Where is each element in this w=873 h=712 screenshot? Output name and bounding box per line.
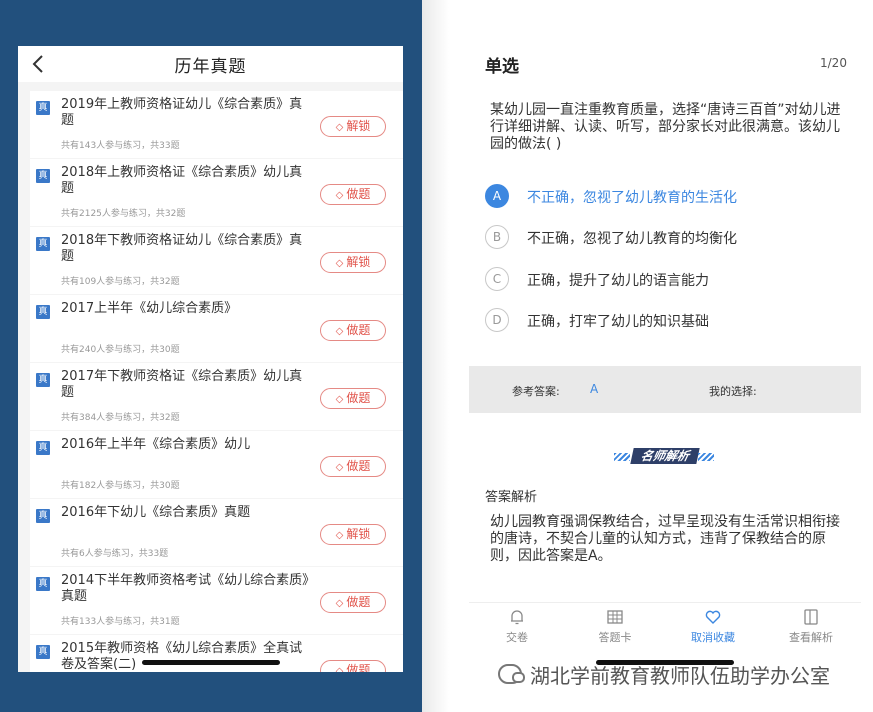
question-progress: 1/20 <box>820 56 847 70</box>
bell-icon <box>511 610 523 625</box>
real-exam-badge: 真 <box>36 101 50 115</box>
option-letter: D <box>485 308 509 332</box>
option-c[interactable]: C 正确，提升了幼儿的语言能力 <box>485 267 855 291</box>
book-icon <box>804 609 818 625</box>
practice-button[interactable]: ◇ 做题 <box>320 184 386 205</box>
item-meta: 共有109人参与练习，共32题 <box>61 277 180 287</box>
page-title: 历年真题 <box>174 57 247 77</box>
item-title: 2017年下教师资格证《综合素质》幼儿真题 <box>61 369 303 400</box>
left-header: 历年真题 <box>18 46 403 82</box>
watermark-text: 湖北学前教育教师队伍助学办公室 <box>530 664 830 688</box>
diamond-icon: ◇ <box>335 666 344 672</box>
toolbar-label: 答题卡 <box>598 631 632 644</box>
item-meta: 共有133人参与练习，共31题 <box>61 617 180 627</box>
reference-answer-value: A <box>590 382 599 396</box>
practice-button[interactable]: ◇ 做题 <box>320 388 386 409</box>
real-exam-badge: 真 <box>36 577 50 591</box>
real-exam-badge: 真 <box>36 237 50 251</box>
submit-button[interactable]: 交卷 <box>477 608 557 645</box>
item-title: 2014下半年教师资格考试《幼儿综合素质》真题 <box>61 573 309 604</box>
list-item[interactable]: 真 2016年上半年《综合素质》幼儿 共有182人参与练习，共30题 ◇ 做题 <box>30 431 403 498</box>
unlock-button[interactable]: ◇ 解锁 <box>320 252 386 273</box>
diamond-icon: ◇ <box>335 598 344 609</box>
list-item[interactable]: 真 2017年下教师资格证《综合素质》幼儿真题 共有384人参与练习，共32题 … <box>30 363 403 430</box>
teacher-analysis-label: 名师解析 <box>630 448 700 464</box>
option-letter: A <box>485 184 509 208</box>
banner-stripes <box>614 453 630 461</box>
home-indicator <box>142 660 280 665</box>
view-analysis-button[interactable]: 查看解析 <box>771 608 851 645</box>
practice-button[interactable]: ◇ 做题 <box>320 592 386 613</box>
question-type: 单选 <box>485 57 519 77</box>
practice-button[interactable]: ◇ 做题 <box>320 456 386 477</box>
list-item[interactable]: 真 2015年教师资格《幼儿综合素质》全真试卷及答案(二) ◇ 做题 <box>30 635 403 672</box>
answer-bar: 参考答案: A 我的选择: <box>469 366 861 413</box>
diamond-icon: ◇ <box>335 190 344 201</box>
question-text: 某幼儿园一直注重教育质量，选择“唐诗三百首”对幼儿进行详细讲解、认读、听写，部分… <box>490 102 841 152</box>
option-text: 正确，打牢了幼儿的知识基础 <box>527 314 709 330</box>
list-item[interactable]: 真 2018年上教师资格证《综合素质》幼儿真题 共有2125人参与练习，共32题… <box>30 159 403 226</box>
item-title: 2016年下幼儿《综合素质》真题 <box>61 505 251 520</box>
item-title: 2018年上教师资格证《综合素质》幼儿真题 <box>61 165 303 196</box>
left-screen: 历年真题 真 2019年上教师资格证幼儿《综合素质》真题 共有143人参与练习，… <box>18 46 403 672</box>
toolbar-label: 查看解析 <box>789 631 833 644</box>
cancel-favorite-button[interactable]: 取消收藏 <box>673 608 753 645</box>
option-a[interactable]: A 不正确，忽视了幼儿教育的生活化 <box>485 184 855 208</box>
real-exam-badge: 真 <box>36 305 50 319</box>
list-item[interactable]: 真 2016年下幼儿《综合素质》真题 共有6人参与练习，共33题 ◇ 解锁 <box>30 499 403 566</box>
watermark: 湖北学前教育教师队伍助学办公室 <box>498 660 858 690</box>
list-item[interactable]: 真 2018年下教师资格证幼儿《综合素质》真题 共有109人参与练习，共32题 … <box>30 227 403 294</box>
grid-card-icon <box>607 610 623 624</box>
practice-button[interactable]: ◇ 做题 <box>320 320 386 341</box>
list-item[interactable]: 真 2014下半年教师资格考试《幼儿综合素质》真题 共有133人参与练习，共31… <box>30 567 403 634</box>
toolbar-label: 取消收藏 <box>691 631 735 644</box>
item-meta: 共有2125人参与练习，共32题 <box>61 209 186 219</box>
divider-shadow <box>422 0 449 712</box>
option-d[interactable]: D 正确，打牢了幼儿的知识基础 <box>485 308 855 332</box>
practice-button[interactable]: ◇ 做题 <box>320 660 386 672</box>
diamond-icon: ◇ <box>335 530 344 541</box>
item-meta: 共有240人参与练习，共30题 <box>61 345 180 355</box>
option-text: 不正确，忽视了幼儿教育的生活化 <box>527 190 737 206</box>
item-meta: 共有384人参与练习，共32题 <box>61 413 180 423</box>
real-exam-badge: 真 <box>36 645 50 659</box>
diamond-icon: ◇ <box>335 122 344 133</box>
option-b[interactable]: B 不正确，忽视了幼儿教育的均衡化 <box>485 225 855 249</box>
diamond-icon: ◇ <box>335 326 344 337</box>
item-title: 2015年教师资格《幼儿综合素质》全真试卷及答案(二) <box>61 641 303 672</box>
real-exam-badge: 真 <box>36 509 50 523</box>
real-exam-badge: 真 <box>36 169 50 183</box>
option-text: 不正确，忽视了幼儿教育的均衡化 <box>527 231 737 247</box>
item-title: 2017上半年《幼儿综合素质》 <box>61 301 238 316</box>
unlock-button[interactable]: ◇ 解锁 <box>320 524 386 545</box>
diamond-icon: ◇ <box>335 462 344 473</box>
diamond-icon: ◇ <box>335 258 344 269</box>
wechat-logo-icon <box>498 664 525 684</box>
real-exam-badge: 真 <box>36 441 50 455</box>
unlock-button[interactable]: ◇ 解锁 <box>320 116 386 137</box>
option-text: 正确，提升了幼儿的语言能力 <box>527 273 709 289</box>
item-title: 2016年上半年《综合素质》幼儿 <box>61 437 251 452</box>
option-letter: B <box>485 225 509 249</box>
reference-answer-label: 参考答案: <box>512 385 560 398</box>
my-choice-label: 我的选择: <box>709 385 757 398</box>
list-item[interactable]: 真 2017上半年《幼儿综合素质》 共有240人参与练习，共30题 ◇ 做题 <box>30 295 403 362</box>
real-exam-badge: 真 <box>36 373 50 387</box>
toolbar-label: 交卷 <box>506 631 528 644</box>
item-title: 2019年上教师资格证幼儿《综合素质》真题 <box>61 97 303 128</box>
analysis-heading: 答案解析 <box>485 490 538 505</box>
diamond-icon: ◇ <box>335 394 344 405</box>
item-meta: 共有6人参与练习，共33题 <box>61 549 169 559</box>
analysis-text: 幼儿园教育强调保教结合，过早呈现没有生活常识相衔接的唐诗，不契合儿童的认知方式，… <box>490 514 840 564</box>
item-meta: 共有182人参与练习，共30题 <box>61 481 180 491</box>
heart-icon <box>705 610 721 624</box>
option-letter: C <box>485 267 509 291</box>
bottom-toolbar: 交卷 答题卡 取消收藏 查看解析 <box>469 602 861 652</box>
answer-card-button[interactable]: 答题卡 <box>575 608 655 645</box>
banner-stripes <box>698 453 714 461</box>
teacher-analysis-banner: 名师解析 <box>614 448 714 464</box>
list-item[interactable]: 真 2019年上教师资格证幼儿《综合素质》真题 共有143人参与练习，共33题 … <box>30 91 403 158</box>
item-title: 2018年下教师资格证幼儿《综合素质》真题 <box>61 233 303 264</box>
item-meta: 共有143人参与练习，共33题 <box>61 141 180 151</box>
